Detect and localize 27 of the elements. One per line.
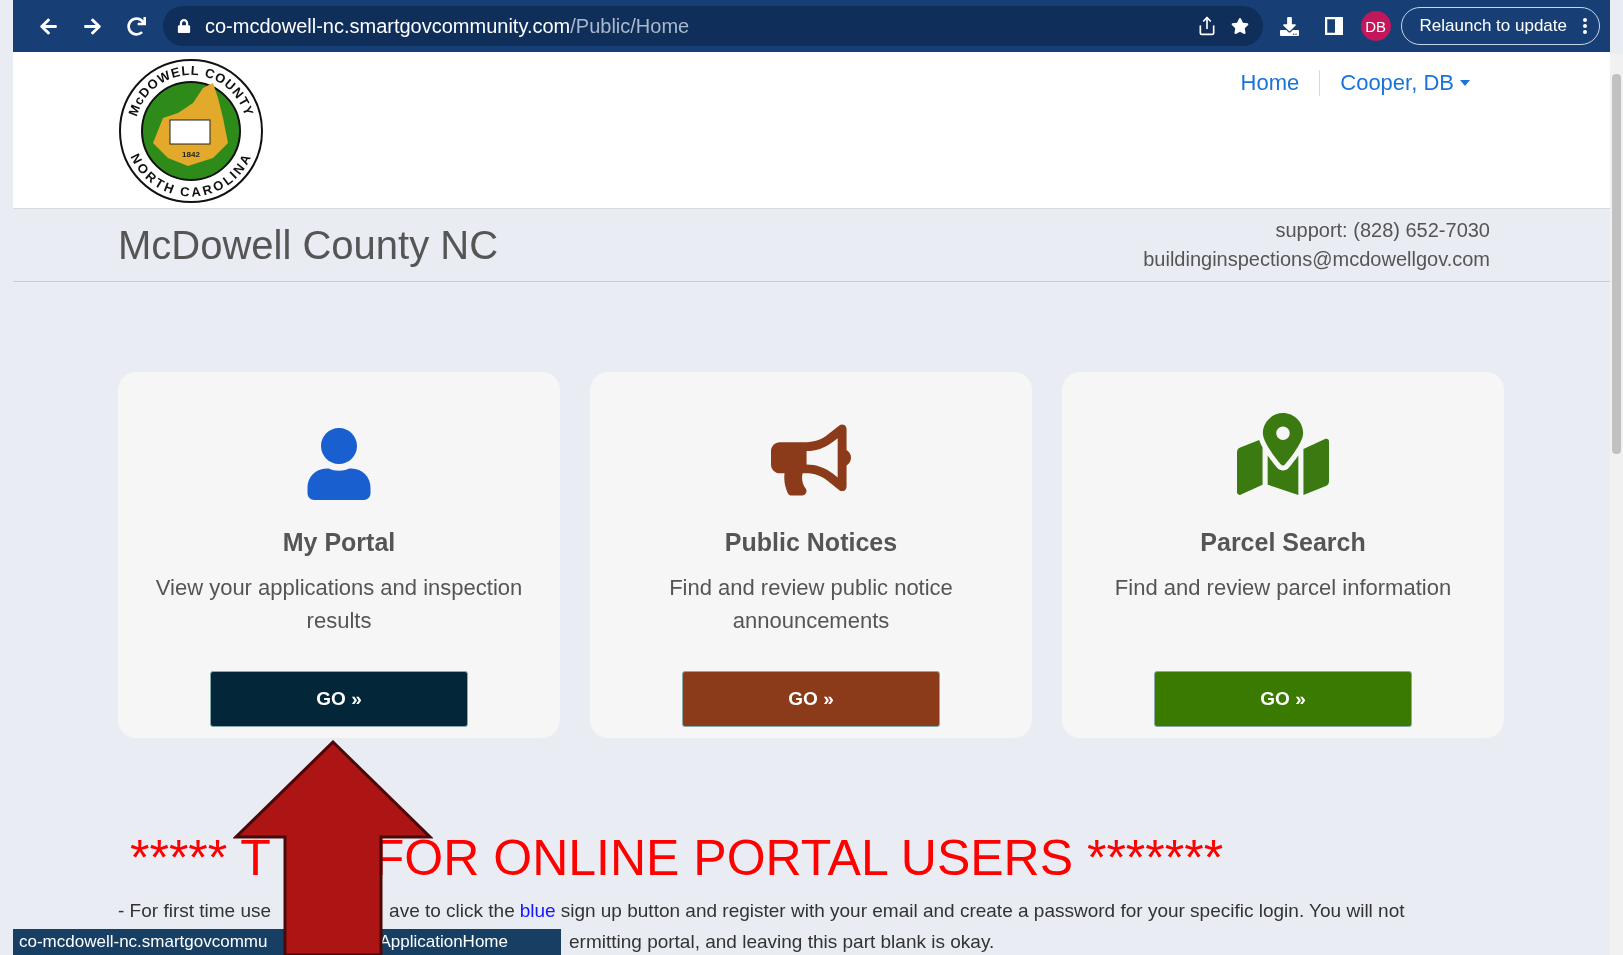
card-title: My Portal [282, 528, 396, 557]
notice-text: ave to click the [389, 899, 515, 923]
card-description: View your applications and inspection results [154, 574, 524, 635]
nav-link[interactable]: Home [1220, 70, 1320, 97]
inline-link[interactable]: blue [519, 898, 556, 924]
profile-avatar[interactable]: DB [1360, 11, 1391, 42]
star-icon[interactable] [1230, 17, 1249, 36]
site-title: McDowell County NC [118, 222, 499, 268]
go-button[interactable]: GO » [1154, 671, 1412, 727]
card-description: Find and review public notice announcements [668, 574, 954, 635]
support-contact: support: (828) 652-7030 [1275, 219, 1490, 243]
url-text: co-mcdowell-nc.smartgovcommunity.com/Public/Home [205, 14, 691, 38]
card-title: Parcel Search [1200, 528, 1366, 557]
nav-link[interactable]: Cooper, DB [1319, 70, 1490, 97]
notice-heading: ***** T [130, 830, 271, 886]
card-description: Find and review parcel information [1113, 574, 1453, 602]
support-contact: buildinginspections@mcdowellgov.com [1143, 248, 1490, 272]
lock-icon [177, 19, 191, 34]
more-icon [1583, 18, 1587, 35]
address-bar[interactable]: co-mcdowell-nc.smartgovcommunity.com/Public/Home [163, 6, 1263, 47]
go-button[interactable]: GO » [210, 671, 468, 727]
notice-text: ermitting portal, and leaving this part blank is okay. [569, 930, 996, 954]
notice-text: sign up button and register with your email and create a password for your specific login. You will not [560, 899, 1405, 923]
card-title: Public Notices [724, 528, 898, 557]
notice-text: - For first time use [118, 899, 272, 923]
go-button[interactable]: GO » [682, 671, 940, 727]
scrollbar[interactable] [1610, 54, 1623, 955]
